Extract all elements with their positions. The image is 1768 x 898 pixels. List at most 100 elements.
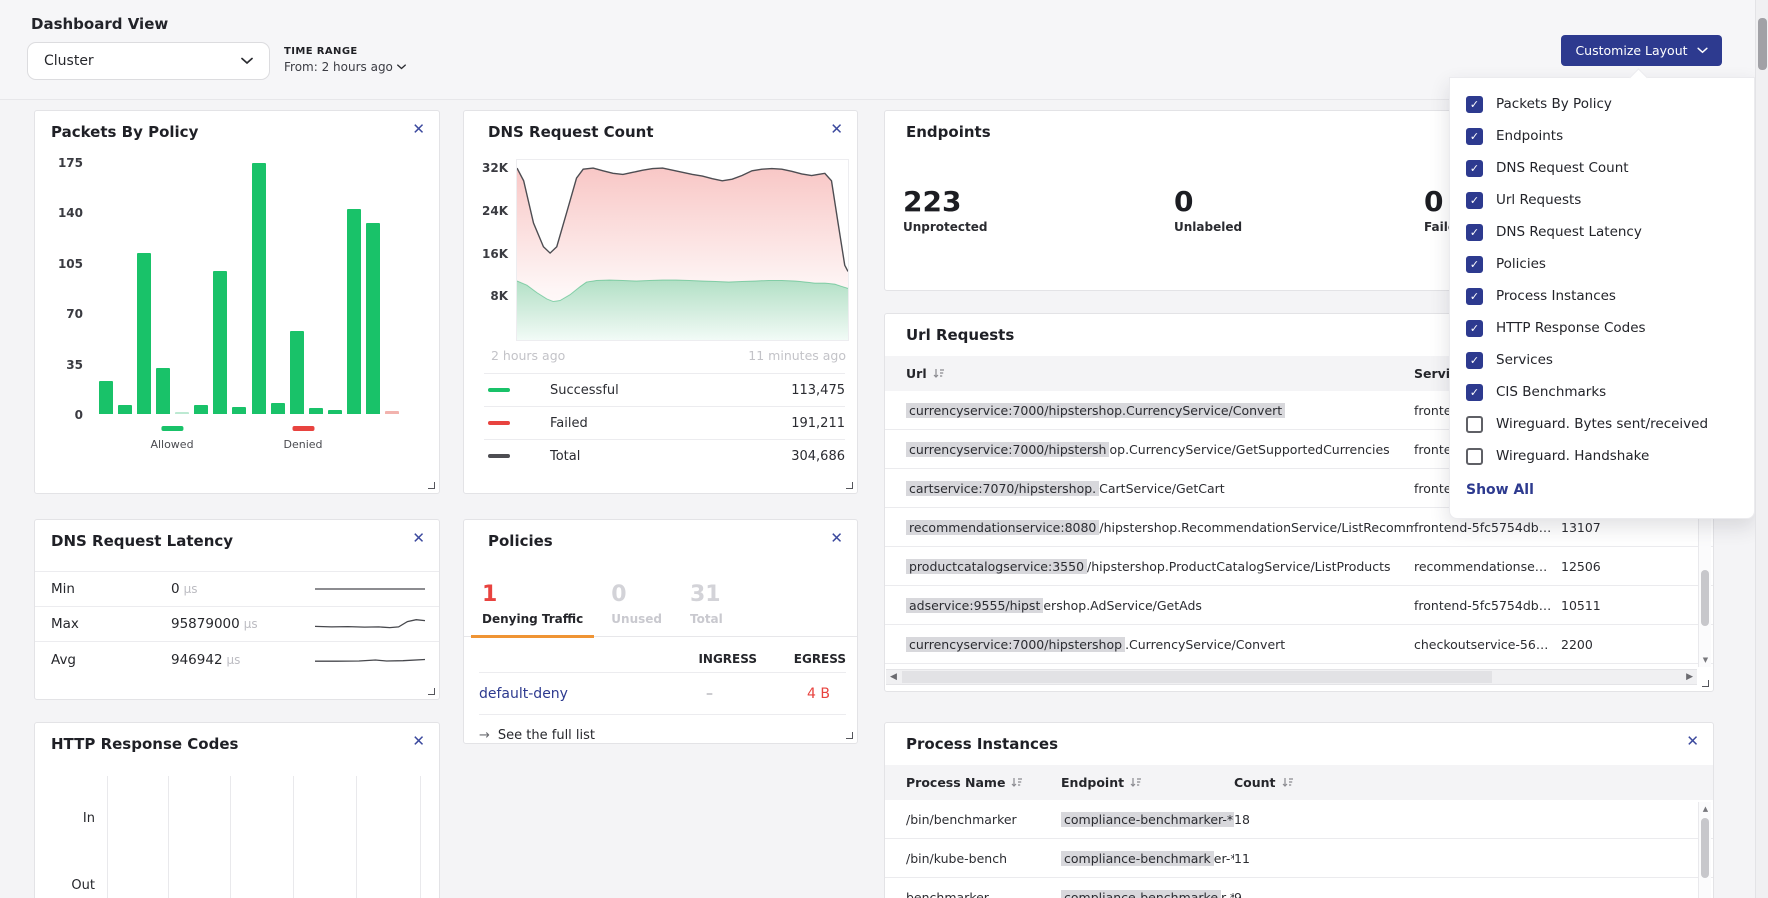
policies-tab-total[interactable]: 31Total bbox=[679, 582, 734, 636]
x-axis-label: Denied bbox=[283, 438, 322, 451]
checkbox-checked-icon[interactable]: ✓ bbox=[1466, 128, 1483, 145]
endpoint-cell: compliance-benchmarker-* bbox=[1061, 890, 1234, 898]
process-name-cell: /bin/kube-bench bbox=[906, 851, 1061, 866]
close-icon[interactable]: ✕ bbox=[412, 734, 425, 749]
dropdown-item[interactable]: ✓Process Instances bbox=[1466, 280, 1744, 312]
close-icon[interactable]: ✕ bbox=[830, 122, 843, 137]
policies-tab-denying-traffic[interactable]: 1Denying Traffic bbox=[471, 582, 594, 638]
table-row[interactable]: default-deny – 4 B bbox=[479, 673, 846, 715]
policy-link[interactable]: default-deny bbox=[479, 686, 662, 702]
close-icon[interactable]: ✕ bbox=[412, 122, 425, 137]
x-axis-labels: 2 hours ago 11 minutes ago bbox=[491, 348, 846, 363]
horizontal-scrollbar[interactable]: ◀ ▶ bbox=[886, 669, 1697, 685]
stat-value: 0 bbox=[1174, 187, 1242, 218]
time-range-from-dropdown[interactable]: From: 2 hours ago bbox=[284, 60, 406, 74]
process-instances-card: Process Instances ✕ Process NameEndpoint… bbox=[884, 722, 1714, 898]
checkbox-checked-icon[interactable]: ✓ bbox=[1466, 224, 1483, 241]
view-selector[interactable]: Cluster bbox=[27, 42, 270, 80]
checkbox-checked-icon[interactable]: ✓ bbox=[1466, 96, 1483, 113]
dropdown-item-label: Services bbox=[1496, 352, 1553, 368]
checkbox-checked-icon[interactable]: ✓ bbox=[1466, 192, 1483, 209]
dropdown-item[interactable]: ✓Packets By Policy bbox=[1466, 88, 1744, 120]
count-cell: 2200 bbox=[1561, 637, 1713, 652]
url-highlight: currencyservice:7000/hipstershop bbox=[906, 637, 1125, 652]
scrollbar-thumb[interactable] bbox=[1758, 18, 1767, 70]
dropdown-item[interactable]: ✓DNS Request Count bbox=[1466, 152, 1744, 184]
checkbox-checked-icon[interactable]: ✓ bbox=[1466, 320, 1483, 337]
column-header-url[interactable]: Url bbox=[906, 366, 1414, 381]
scrollbar-thumb[interactable] bbox=[1701, 570, 1709, 626]
table-row[interactable]: adservice:9555/hipstershop.AdService/Get… bbox=[885, 586, 1713, 625]
see-full-list-label: See the full list bbox=[498, 728, 595, 743]
scrollbar-thumb[interactable] bbox=[1701, 818, 1709, 878]
scroll-right-icon[interactable]: ▶ bbox=[1686, 672, 1693, 682]
checkbox-checked-icon[interactable]: ✓ bbox=[1466, 288, 1483, 305]
resize-handle-icon[interactable] bbox=[846, 732, 853, 739]
url-highlight: productcatalogservice:3550 bbox=[906, 559, 1087, 574]
see-full-list-link[interactable]: → See the full list bbox=[479, 715, 846, 743]
table-row[interactable]: /bin/kube-benchcompliance-benchmarker-*1… bbox=[885, 839, 1713, 878]
checkbox-checked-icon[interactable]: ✓ bbox=[1466, 160, 1483, 177]
column-header-count[interactable]: Count bbox=[1234, 775, 1713, 790]
policies-tab-unused[interactable]: 0Unused bbox=[600, 582, 673, 636]
count-cell: 11 bbox=[1234, 851, 1713, 866]
checkbox-checked-icon[interactable]: ✓ bbox=[1466, 384, 1483, 401]
bar bbox=[366, 223, 380, 414]
y-axis-tick: 24K bbox=[464, 204, 508, 218]
y-axis-tick: 16K bbox=[464, 247, 508, 261]
page-title: Dashboard View bbox=[31, 15, 168, 33]
column-header-endpoint[interactable]: Endpoint bbox=[1061, 775, 1234, 790]
resize-handle-icon[interactable] bbox=[428, 482, 435, 489]
heatmap-grid bbox=[35, 776, 439, 898]
column-header-process-name[interactable]: Process Name bbox=[906, 775, 1061, 790]
tab-value: 1 bbox=[482, 582, 583, 608]
http-response-codes-card: HTTP Response Codes ✕ In Out bbox=[34, 722, 440, 898]
close-icon[interactable]: ✕ bbox=[830, 531, 843, 546]
close-icon[interactable]: ✕ bbox=[412, 531, 425, 546]
checkbox-checked-icon[interactable]: ✓ bbox=[1466, 256, 1483, 273]
checkbox-unchecked-icon[interactable] bbox=[1466, 416, 1483, 433]
table-row[interactable]: /bin/benchmarkercompliance-benchmarker-*… bbox=[885, 800, 1713, 839]
dropdown-item[interactable]: ✓HTTP Response Codes bbox=[1466, 312, 1744, 344]
dropdown-item[interactable]: ✓CIS Benchmarks bbox=[1466, 376, 1744, 408]
dropdown-item-label: Url Requests bbox=[1496, 192, 1581, 208]
dashboard-screen: Dashboard View Cluster TIME RANGE From: … bbox=[0, 0, 1768, 898]
legend-swatch bbox=[488, 421, 510, 425]
scroll-down-icon[interactable]: ▼ bbox=[1699, 656, 1712, 664]
resize-handle-icon[interactable] bbox=[428, 688, 435, 695]
show-all-link[interactable]: Show All bbox=[1466, 482, 1534, 498]
time-range-from-value: From: 2 hours ago bbox=[284, 60, 393, 74]
dropdown-item[interactable]: ✓Endpoints bbox=[1466, 120, 1744, 152]
resize-handle-icon[interactable] bbox=[846, 482, 853, 489]
dropdown-item[interactable]: Wireguard. Bytes sent/received bbox=[1466, 408, 1744, 440]
checkbox-unchecked-icon[interactable] bbox=[1466, 448, 1483, 465]
table-row[interactable]: productcatalogservice:3550/hipstershop.P… bbox=[885, 547, 1713, 586]
policies-table: INGRESS EGRESS default-deny – 4 B → See … bbox=[479, 652, 846, 743]
dropdown-item[interactable]: ✓DNS Request Latency bbox=[1466, 216, 1744, 248]
dropdown-item[interactable]: ✓Policies bbox=[1466, 248, 1744, 280]
table-row[interactable]: benchmarkercompliance-benchmarker-*9 bbox=[885, 878, 1713, 898]
table-row[interactable]: currencyservice:7000/hipstershop.Currenc… bbox=[885, 625, 1713, 664]
page-scrollbar[interactable] bbox=[1755, 0, 1768, 898]
count-cell: 10511 bbox=[1561, 598, 1713, 613]
dropdown-item[interactable]: Wireguard. Handshake bbox=[1466, 440, 1744, 472]
x-axis-label: Allowed bbox=[150, 438, 193, 451]
x-axis-category: Denied bbox=[283, 426, 322, 451]
sparkline bbox=[315, 577, 425, 601]
close-icon[interactable]: ✕ bbox=[1686, 734, 1699, 749]
bar bbox=[118, 405, 132, 414]
dropdown-item[interactable]: ✓ Services bbox=[1466, 344, 1744, 376]
checkbox-checked-icon[interactable]: ✓ bbox=[1466, 352, 1483, 369]
scroll-left-icon[interactable]: ◀ bbox=[890, 672, 897, 682]
scrollbar-thumb[interactable] bbox=[902, 671, 1492, 683]
resize-handle-icon[interactable] bbox=[1702, 680, 1709, 687]
sort-icon bbox=[933, 368, 945, 379]
policies-card: Policies ✕ 1Denying Traffic0Unused31Tota… bbox=[463, 519, 858, 744]
scroll-up-icon[interactable]: ▲ bbox=[1699, 805, 1712, 813]
url-cell: recommendationservice:8080/hipstershop.R… bbox=[906, 520, 1414, 535]
dropdown-item[interactable]: ✓ Url Requests bbox=[1466, 184, 1744, 216]
vertical-scrollbar[interactable]: ▲ bbox=[1698, 802, 1711, 898]
service-cell: recommendationse… bbox=[1414, 559, 1561, 574]
card-title: Process Instances bbox=[906, 735, 1058, 753]
customize-layout-button[interactable]: Customize Layout bbox=[1561, 35, 1722, 66]
